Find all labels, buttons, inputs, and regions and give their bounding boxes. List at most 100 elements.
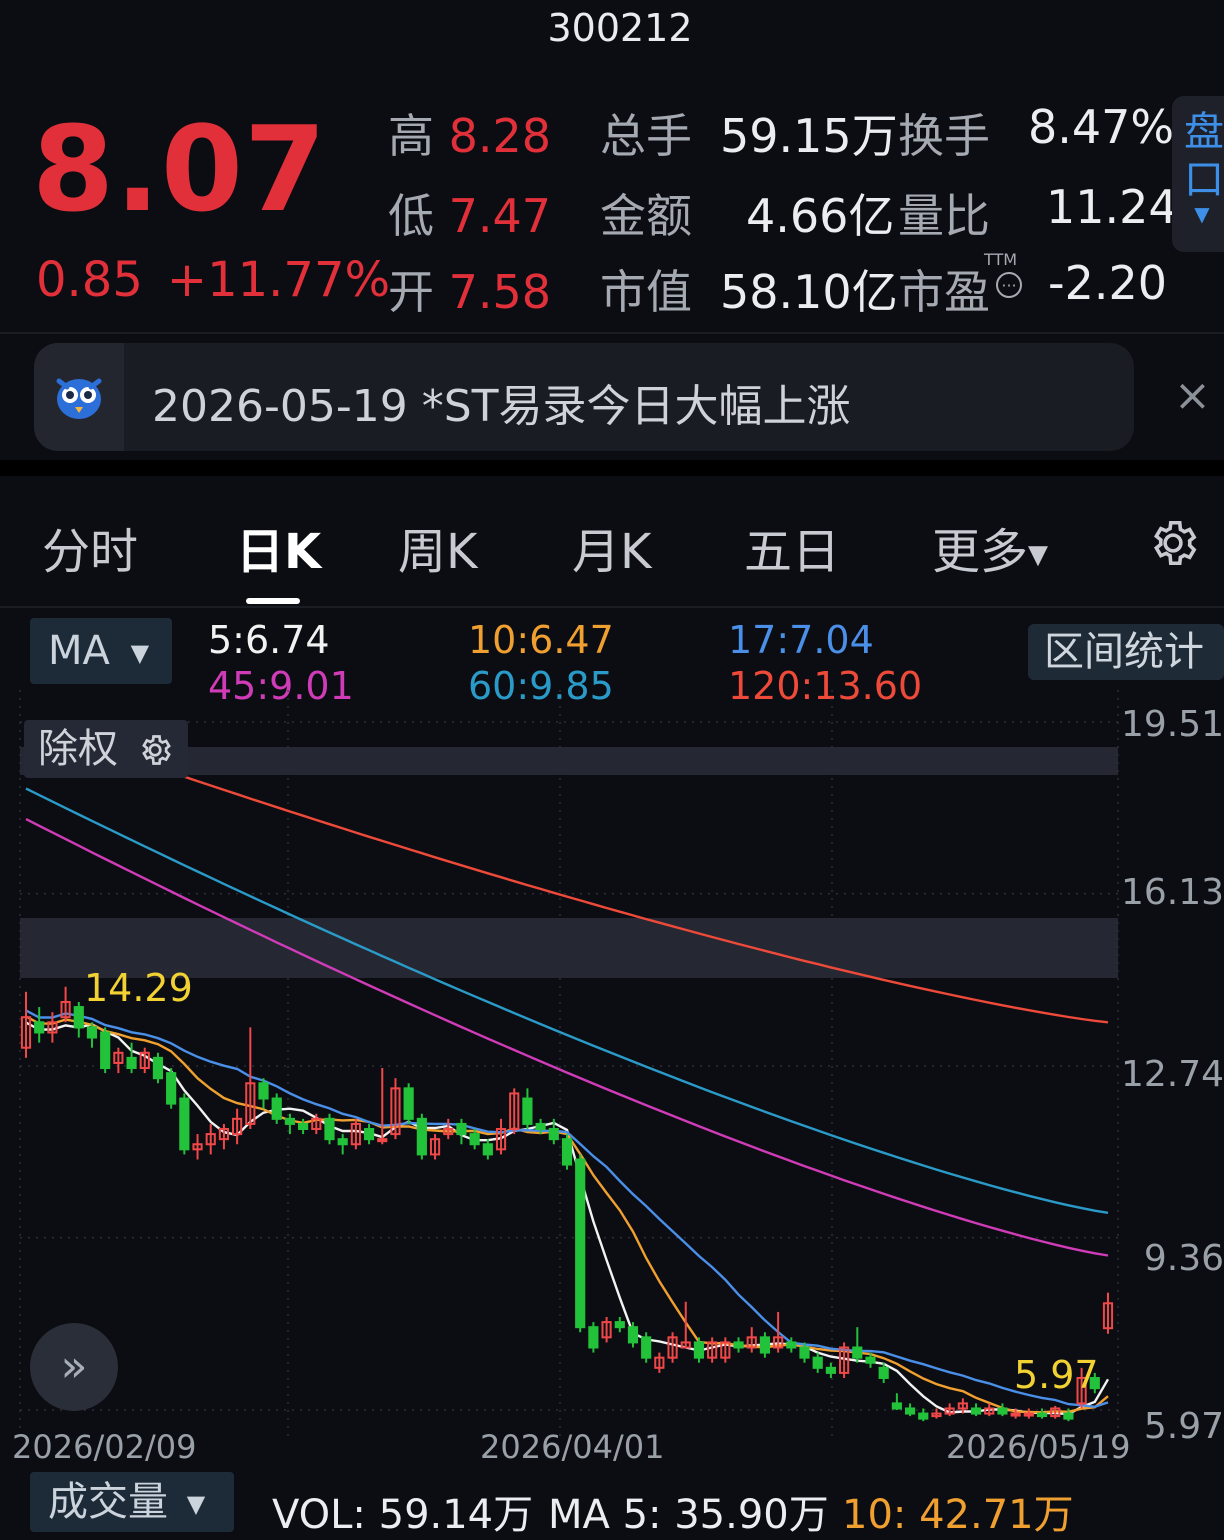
section-band (0, 460, 1224, 476)
stat-low-label: 低 (388, 189, 434, 243)
candle-body (482, 1143, 493, 1156)
candle-body (865, 1356, 876, 1364)
stock-code: 300212 (547, 6, 693, 50)
ex-rights-label: 除权 (38, 726, 118, 772)
candle-body (324, 1117, 335, 1141)
candle (852, 1327, 863, 1363)
stat-open: 开 7.58 (388, 256, 551, 322)
divider (0, 332, 1224, 334)
candle (720, 1337, 731, 1363)
kline-chart[interactable]: 14.29 5.97 (0, 690, 1224, 1470)
candle (667, 1332, 678, 1363)
candle-body (970, 1407, 982, 1415)
candle-body (693, 1341, 705, 1359)
candle-body (627, 1326, 639, 1344)
tab-five-day[interactable]: 五日 (744, 512, 840, 582)
candle (34, 1007, 45, 1043)
candle-body (363, 1128, 375, 1141)
tab-more[interactable]: 更多▼ (932, 512, 1048, 582)
stat-low: 低 7.47 (388, 180, 551, 246)
y-tick-label: 16.13 (1120, 872, 1224, 913)
stat-ratio-value: 11.24 (1046, 180, 1178, 234)
candle-body (456, 1122, 467, 1136)
candle (60, 986, 71, 1023)
ex-rights-button[interactable]: 除权 (24, 720, 188, 778)
candle (812, 1352, 823, 1373)
candle (377, 1068, 388, 1145)
ma-5-value: 5:6.74 (208, 618, 330, 662)
y-tick-label: 9.36 (1143, 1238, 1224, 1279)
stat-pe-ttm: TTM (984, 250, 1018, 269)
candle-body (918, 1412, 929, 1420)
candle (746, 1327, 757, 1353)
news-text[interactable]: 2026-05-19 *ST易录今日大幅上涨 (152, 370, 851, 434)
pankou-label: 盘口 (1184, 109, 1224, 203)
tab-intraday[interactable]: 分时 (42, 512, 138, 582)
candle (100, 1027, 111, 1074)
price-change: 0.85 (36, 252, 143, 308)
candle-body (152, 1056, 164, 1080)
expand-icon[interactable]: » (30, 1323, 118, 1411)
volume-ma10: 10: 42.71万 (842, 1492, 1074, 1538)
candle-body (825, 1366, 836, 1374)
candle (192, 1134, 203, 1160)
volume-indicator-select[interactable]: 成交量 ▼ (30, 1472, 234, 1532)
stat-open-value: 7.58 (448, 265, 552, 319)
candle (429, 1134, 441, 1160)
stat-ratio: 量比 (898, 180, 990, 246)
candle (1023, 1408, 1034, 1419)
candle-body (641, 1336, 652, 1359)
pankou-button[interactable]: 盘口 ▼ (1172, 96, 1224, 252)
stat-mktcap: 市值 (600, 256, 692, 322)
tab-active-indicator (246, 598, 300, 604)
x-tick-label: 2026/05/19 (946, 1428, 1131, 1466)
stat-high-value: 8.28 (448, 109, 552, 163)
candle (1102, 1292, 1114, 1334)
candle (641, 1332, 652, 1363)
y-tick-label: 5.97 (1143, 1406, 1224, 1447)
pe-info-icon[interactable]: ··· (996, 272, 1022, 298)
candle (258, 1078, 269, 1109)
gear-icon (141, 735, 171, 765)
candle-body (852, 1346, 863, 1359)
ma-17-value: 17:7.04 (728, 618, 874, 662)
candle (614, 1317, 625, 1333)
stat-volume-value: 59.15万 (720, 109, 898, 163)
candle (205, 1123, 216, 1155)
candle-body (759, 1336, 771, 1354)
candle (139, 1047, 150, 1074)
candle-body (522, 1097, 533, 1125)
tab-week-k[interactable]: 周K (398, 512, 477, 582)
candle (509, 1088, 520, 1135)
candle-body (561, 1138, 573, 1166)
stat-high: 高 8.28 (388, 100, 551, 166)
candle-body (1010, 1412, 1021, 1417)
candle (588, 1322, 599, 1353)
candle-body (588, 1326, 599, 1349)
candle (337, 1134, 348, 1155)
ma-indicator-select[interactable]: MA ▼ (30, 618, 172, 684)
candle (561, 1134, 573, 1170)
stat-ratio-label: 量比 (898, 189, 990, 243)
owl-icon (56, 378, 102, 419)
divider (0, 606, 1224, 608)
candle (363, 1123, 375, 1145)
candle-body (86, 1026, 98, 1039)
stat-amount: 金额 (600, 180, 692, 246)
range-stats-button[interactable]: 区间统计 (1028, 624, 1224, 680)
gear-icon[interactable] (1146, 516, 1200, 570)
candle-body (997, 1407, 1008, 1415)
candle (443, 1118, 454, 1140)
tab-month-k[interactable]: 月K (572, 512, 651, 582)
candle (403, 1083, 414, 1124)
candle-body (786, 1341, 797, 1349)
candle-body (891, 1402, 902, 1410)
candle (601, 1317, 612, 1343)
candle-body (34, 1021, 45, 1034)
candle (904, 1403, 916, 1417)
candle-body (166, 1072, 177, 1105)
candle (522, 1088, 533, 1130)
tab-day-k[interactable]: 日K (236, 512, 321, 582)
close-icon[interactable]: × (1174, 370, 1211, 421)
stat-turnover-label: 换手 (898, 109, 990, 163)
